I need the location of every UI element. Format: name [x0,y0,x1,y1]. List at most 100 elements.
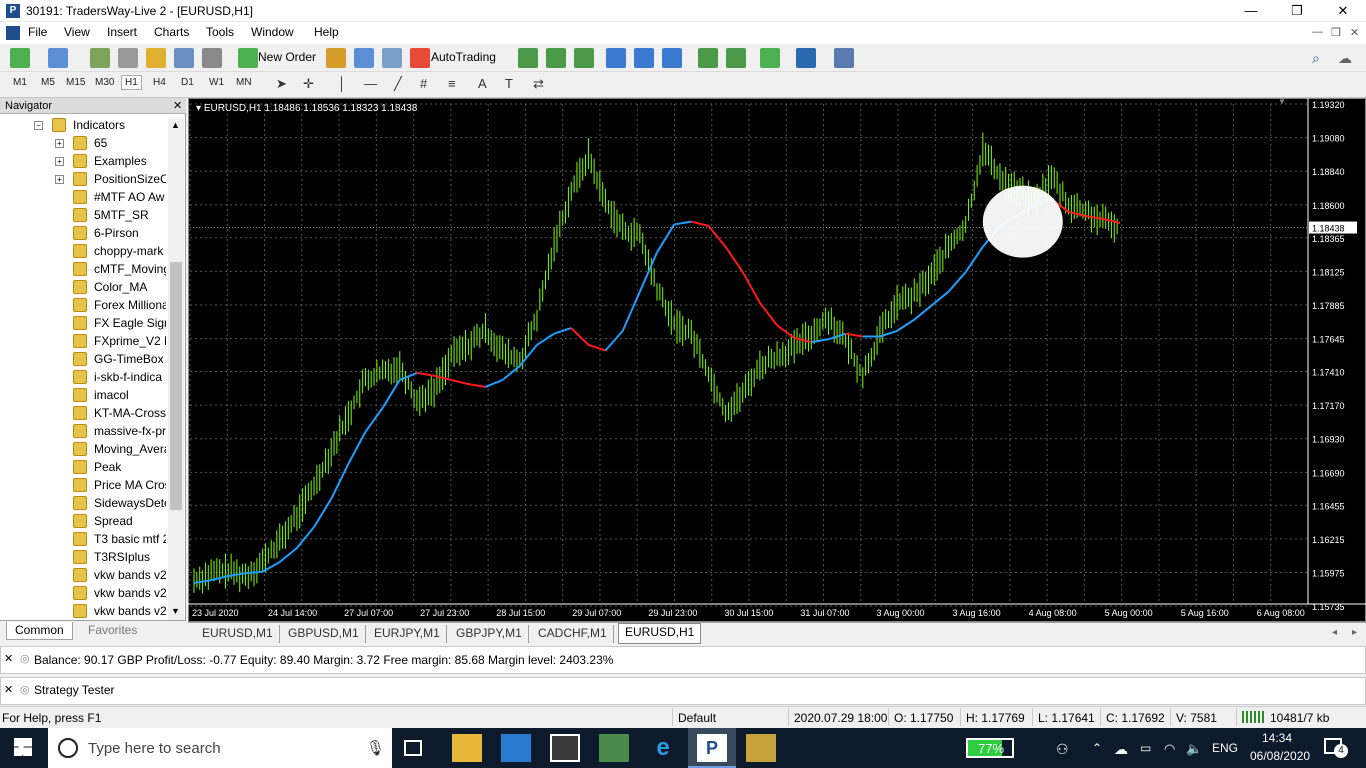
file-explorer-icon[interactable] [452,734,482,762]
nav-item[interactable]: 5MTF_SR [0,206,170,224]
chart-tab[interactable]: GBPJPY,M1 [450,625,529,643]
navigator-close-icon[interactable]: ✕ [173,99,182,112]
nav-item[interactable]: 6-Pirson [0,224,170,242]
candlestick-icon[interactable] [546,48,566,68]
nav-item[interactable]: i-skb-f-indica [0,368,170,386]
chart-tab[interactable]: EURJPY,M1 [368,625,447,643]
tab-common[interactable]: Common [6,622,73,640]
mail-icon[interactable] [501,734,531,762]
menu-help[interactable]: Help [314,25,339,39]
expand-icon[interactable]: + [55,157,64,166]
nav-item[interactable]: GG-TimeBox [0,350,170,368]
autotrading-button[interactable]: AutoTrading [431,50,496,64]
new-order-button[interactable]: New Order [258,50,316,64]
market-icon[interactable] [382,48,402,68]
wifi-icon[interactable]: ◠ [1164,741,1175,757]
terminal-close-icon[interactable]: ✕ [4,652,13,665]
horizontal-line-icon[interactable]: — [364,76,377,91]
chart-tab[interactable]: EURUSD,M1 [196,625,280,643]
nav-item[interactable]: imacol [0,386,170,404]
mdi-close-icon[interactable]: ✕ [1350,26,1359,39]
timeframe-mn[interactable]: MN [236,77,252,88]
text-label-icon[interactable]: T [505,76,513,91]
new-chart-icon[interactable] [10,48,30,68]
menu-insert[interactable]: Insert [107,25,137,39]
signals-icon[interactable] [354,48,374,68]
mdi-restore-icon[interactable]: ❐ [1331,26,1341,39]
line-chart-icon[interactable] [574,48,594,68]
language-indicator[interactable]: ENG [1212,741,1238,755]
minimize-button[interactable]: — [1228,0,1274,22]
nav-item[interactable]: Price MA Cros [0,476,170,494]
tester-close-icon[interactable]: ✕ [4,683,13,696]
expand-icon[interactable]: + [55,175,64,184]
nav-item[interactable]: choppy-mark [0,242,170,260]
nav-item[interactable]: FXprime_V2 F [0,332,170,350]
terminal-icon[interactable] [174,48,194,68]
zoom-out-icon[interactable] [634,48,654,68]
chart-tab[interactable]: GBPUSD,M1 [282,625,366,643]
menu-charts[interactable]: Charts [154,25,189,39]
periods-icon[interactable] [796,48,816,68]
market-watch-icon[interactable] [90,48,110,68]
cursor-icon[interactable]: ➤ [276,76,287,92]
tile-windows-icon[interactable] [662,48,682,68]
mdi-minimize-icon[interactable]: — [1312,26,1323,38]
metaeditor-app-icon[interactable] [599,734,629,762]
nav-item[interactable]: KT-MA-Cross [0,404,170,422]
navigator-icon[interactable] [146,48,166,68]
nav-item[interactable]: T3RSIplus [0,548,170,566]
scroll-up-icon[interactable]: ▲ [171,120,180,130]
menu-file[interactable]: File [28,25,47,39]
clock-date[interactable]: 06/08/2020 [1250,749,1310,763]
tab-favorites[interactable]: Favorites [80,622,145,640]
chart-window-icon[interactable] [6,26,20,40]
nav-item[interactable]: vkw bands v2 [0,602,170,620]
nav-item[interactable]: vkw bands v2 [0,584,170,602]
timeframe-m5[interactable]: M5 [41,77,55,88]
timeframe-m30[interactable]: M30 [95,77,114,88]
nav-item[interactable]: Color_MA [0,278,170,296]
close-button[interactable]: ✕ [1320,0,1366,22]
tray-chevron-icon[interactable]: ⌃ [1092,741,1102,755]
channel-icon[interactable]: # [420,76,427,91]
mt4-other-icon[interactable] [746,734,776,762]
vertical-line-icon[interactable]: │ [338,76,346,91]
timeframe-h1[interactable]: H1 [121,75,142,90]
nav-item[interactable]: massive-fx-pr [0,422,170,440]
strategy-tester-icon[interactable] [202,48,222,68]
chat-icon[interactable]: ☁ [1338,50,1352,67]
search-placeholder[interactable]: Type here to search [88,740,221,757]
timeframe-m15[interactable]: M15 [66,77,85,88]
menu-tools[interactable]: Tools [206,25,234,39]
expand-icon[interactable]: + [55,139,64,148]
nav-item[interactable]: #MTF AO Aw [0,188,170,206]
timeframe-w1[interactable]: W1 [209,77,224,88]
metaeditor-icon[interactable] [326,48,346,68]
chart-tab[interactable]: CADCHF,M1 [532,625,614,643]
chart-tab-active[interactable]: EURUSD,H1 [618,623,702,644]
nav-item[interactable]: SidewaysDete [0,494,170,512]
navigator-scroll-thumb[interactable] [170,262,182,510]
nav-item[interactable]: T3 basic mtf 2 [0,530,170,548]
mt4-app-icon[interactable]: P [697,734,727,762]
edge-icon[interactable]: e [648,734,678,762]
clock-time[interactable]: 14:34 [1262,731,1292,745]
trendline-icon[interactable]: ╱ [394,76,402,92]
tab-scroll-left-icon[interactable]: ◂ [1332,627,1337,638]
crosshair-icon[interactable]: ✛ [303,76,314,92]
search-icon[interactable]: ⌕ [1312,50,1320,67]
autotrading-icon[interactable] [410,48,430,68]
store-icon[interactable] [550,734,580,762]
scroll-down-icon[interactable]: ▼ [171,606,180,616]
nav-item[interactable]: Moving_Avera [0,440,170,458]
nav-item[interactable]: + Examples [0,152,170,170]
chart-shift-icon[interactable] [726,48,746,68]
indicators-icon[interactable] [760,48,780,68]
auto-scroll-icon[interactable] [698,48,718,68]
nav-item[interactable]: FX Eagle Signa [0,314,170,332]
menu-view[interactable]: View [64,25,90,39]
bar-chart-icon[interactable] [518,48,538,68]
collapse-icon[interactable]: − [34,121,43,130]
nav-item[interactable]: vkw bands v2 [0,566,170,584]
